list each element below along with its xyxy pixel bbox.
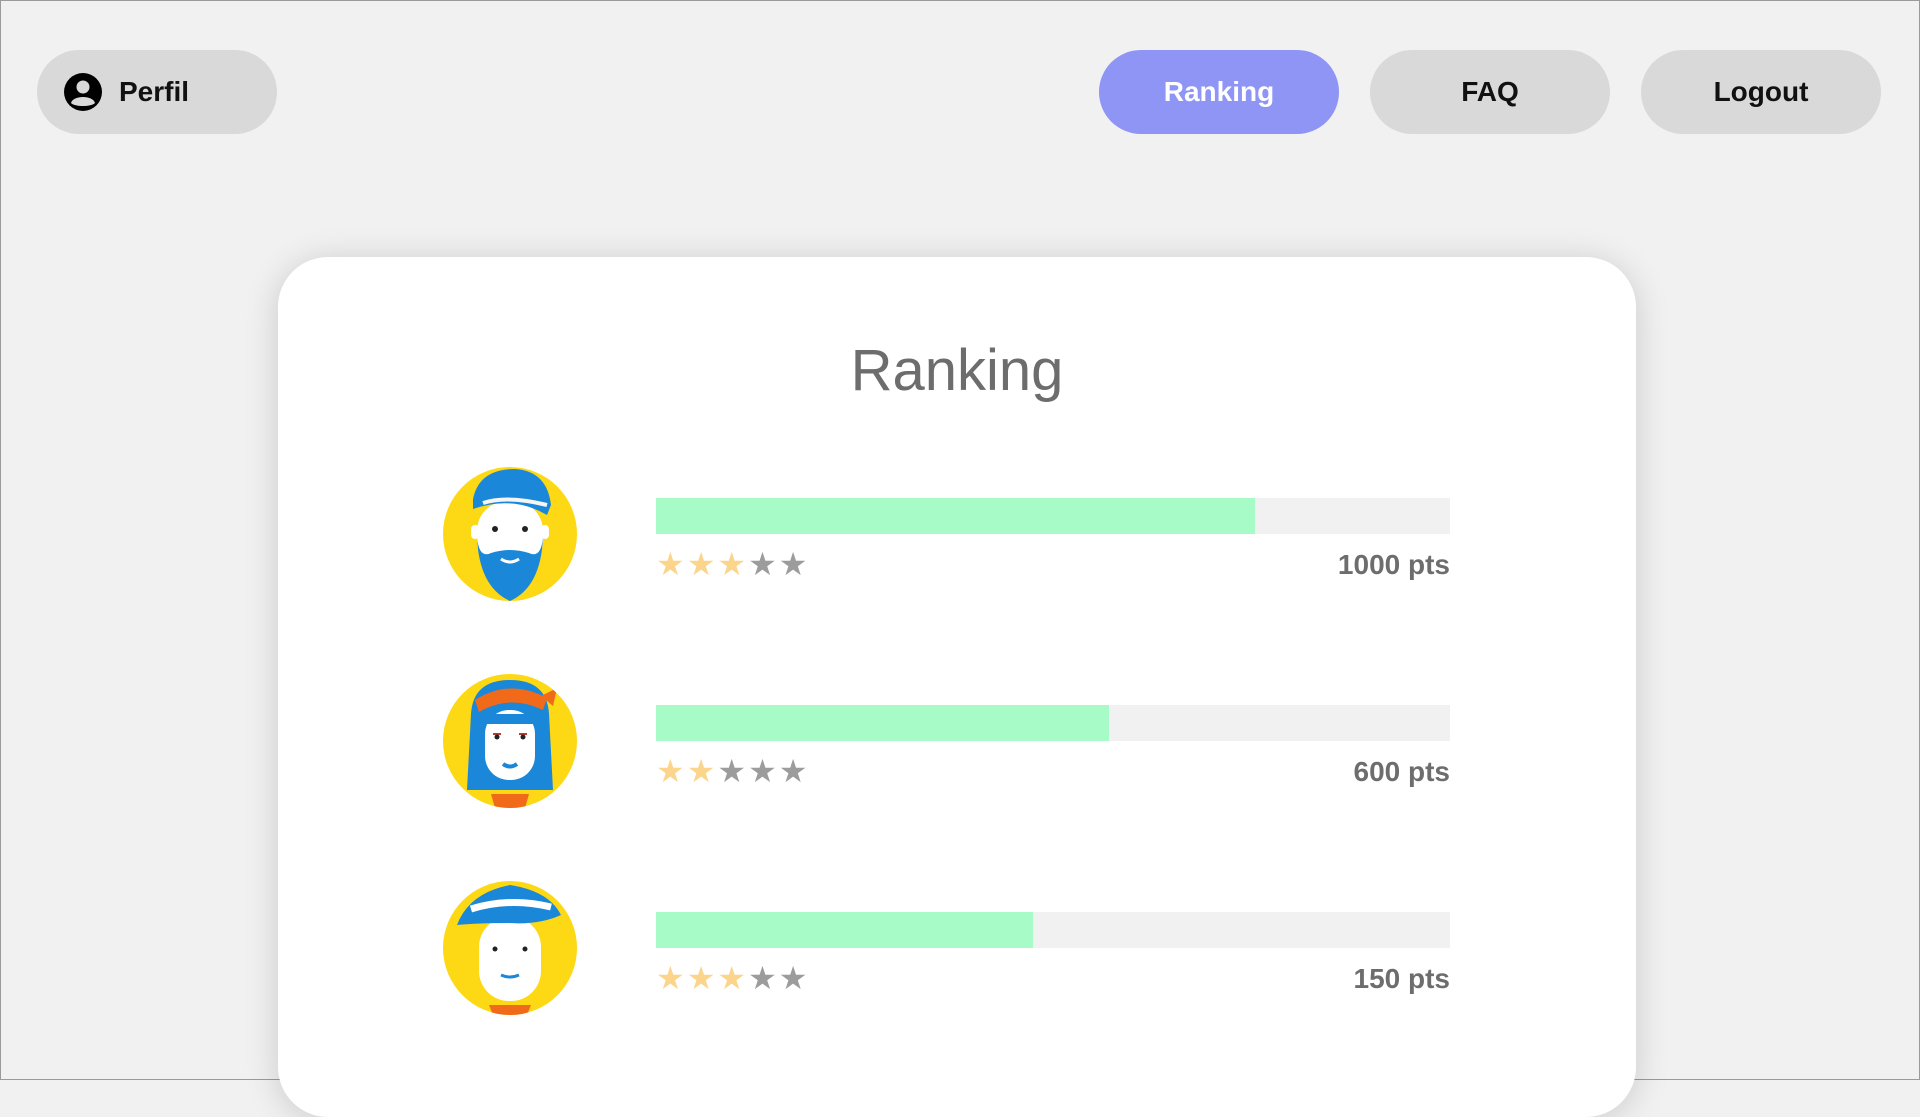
star-icon: ★ [656, 753, 685, 789]
star-icon: ★ [656, 546, 685, 582]
progress-bar-fill [656, 498, 1256, 534]
faq-label: FAQ [1461, 76, 1519, 107]
star-icon: ★ [778, 546, 808, 582]
ranking-title: Ranking [850, 338, 1064, 403]
progress-bar-fill [656, 705, 1109, 741]
points-label: 600 pts [1353, 756, 1451, 787]
star-rating: ★ ★ ★ ★ ★ [656, 548, 807, 580]
user-circle-icon [63, 72, 103, 112]
bearded-man-cap-avatar [443, 467, 577, 601]
points-label: 1000 pts [1337, 549, 1450, 580]
star-icon: ★ [686, 546, 716, 582]
star-icon: ★ [748, 960, 777, 996]
star-icon: ★ [778, 753, 808, 789]
star-icon: ★ [717, 546, 747, 582]
perfil-button[interactable]: Perfil [37, 50, 277, 134]
logout-label: Logout [1713, 76, 1809, 107]
progress-bar [656, 498, 1450, 534]
progress-bar [656, 705, 1450, 741]
star-icon: ★ [717, 960, 747, 996]
perfil-label: Perfil [119, 76, 190, 107]
ranking-card: Ranking ★ ★ ★ ★ ★ 1000 pts ★ ★ ★ ★ ★ 600… [278, 257, 1636, 1117]
star-icon: ★ [717, 753, 747, 789]
star-rating: ★ ★ ★ ★ ★ [656, 962, 807, 994]
woman-headband-avatar [443, 674, 577, 808]
star-rating: ★ ★ ★ ★ ★ [656, 755, 807, 787]
ranking-button[interactable]: Ranking [1099, 50, 1339, 134]
progress-bar [656, 912, 1450, 948]
star-icon: ★ [686, 753, 716, 789]
boy-hat-avatar [443, 881, 577, 1015]
star-icon: ★ [686, 960, 716, 996]
star-icon: ★ [748, 753, 777, 789]
star-icon: ★ [748, 546, 777, 582]
faq-button[interactable]: FAQ [1370, 50, 1610, 134]
ranking-label: Ranking [1163, 76, 1275, 107]
points-label: 150 pts [1353, 963, 1451, 994]
logout-button[interactable]: Logout [1641, 50, 1881, 134]
ranking-row: ★ ★ ★ ★ ★ 1000 pts [443, 467, 1450, 607]
ranking-row: ★ ★ ★ ★ ★ 600 pts [443, 674, 1450, 814]
ranking-row: ★ ★ ★ ★ ★ 150 pts [443, 881, 1450, 1021]
star-icon: ★ [656, 960, 685, 996]
star-icon: ★ [778, 960, 808, 996]
progress-bar-fill [656, 912, 1034, 948]
